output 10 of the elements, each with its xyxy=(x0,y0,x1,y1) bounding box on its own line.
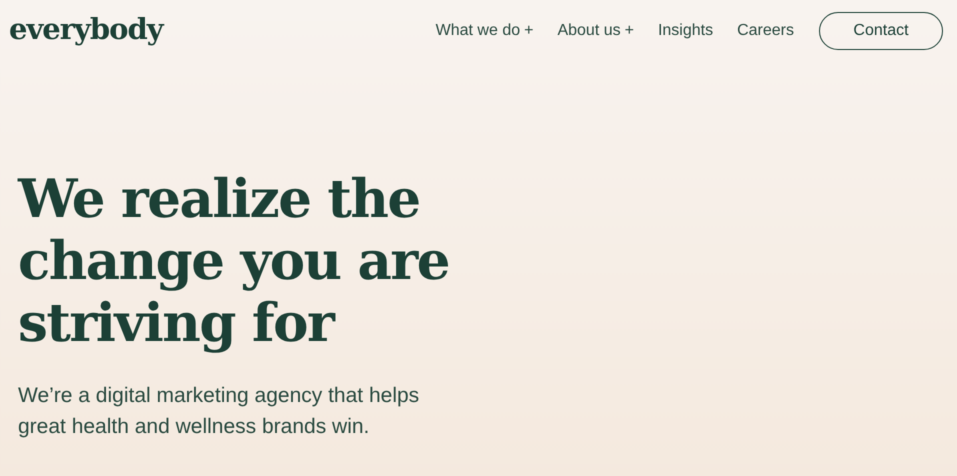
nav-link[interactable]: Careers xyxy=(737,19,794,43)
contact-button[interactable]: Contact xyxy=(819,12,943,50)
expand-indicator[interactable]: + xyxy=(624,19,634,43)
hero-subheading: We’re a digital marketing agency that helps great health and wellness brands win. xyxy=(18,383,420,440)
nav-link[interactable]: About us xyxy=(557,19,621,43)
logo[interactable]: everybody xyxy=(9,14,163,44)
nav-link[interactable]: Insights xyxy=(658,19,714,43)
nav-link[interactable]: What we do xyxy=(436,19,520,43)
expand-indicator[interactable]: + xyxy=(524,19,534,43)
hero-heading: We realize the change you are striving for xyxy=(18,168,450,354)
